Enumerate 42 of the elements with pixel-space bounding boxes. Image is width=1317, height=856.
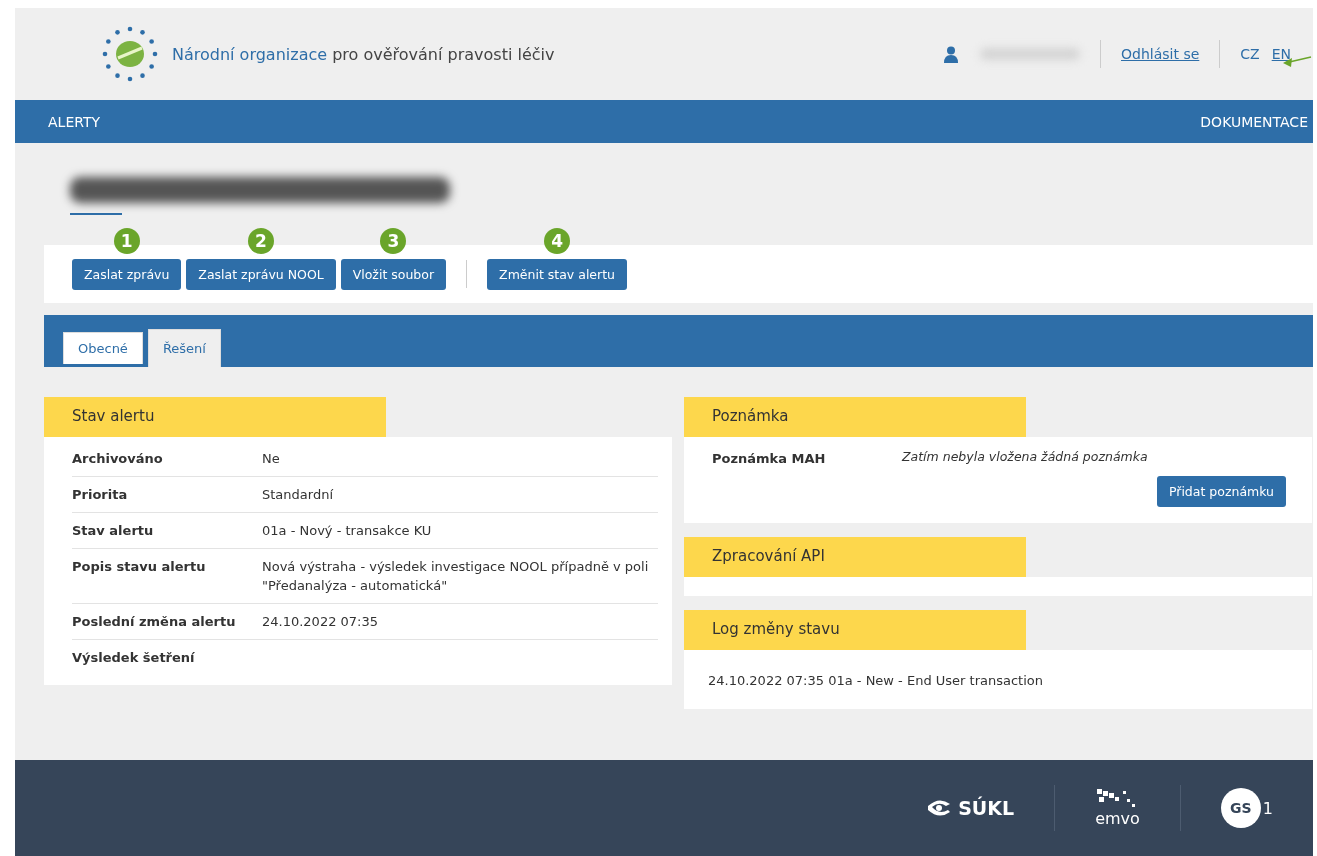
field-value: Nová výstraha - výsledek investigace NOOL případně v poli "Předanalýza - automatická" [262, 558, 650, 595]
panel-title: Zpracování API [684, 537, 1026, 577]
gs-logo: GS [1220, 788, 1261, 828]
gs-logo-digit: 1 [1262, 798, 1273, 818]
sukl-logo-text: SÚKL [958, 797, 1015, 819]
user-icon [944, 45, 958, 63]
action-button[interactable]: Zaslat zprávu [72, 258, 182, 290]
field-label: Poslední změna alertu [72, 613, 237, 631]
log-entry: 24.10.2022 07:35 01a - New - End User transaction [708, 673, 1043, 688]
panel-title: Poznámka [684, 397, 1026, 437]
field-value: 24.10.2022 07:35 [262, 613, 380, 631]
tab[interactable]: Obecné [63, 332, 143, 364]
eye-icon [926, 798, 953, 818]
pixel-icon [1097, 788, 1138, 809]
panel-title: Stav alertu [44, 397, 386, 437]
alerts-nav-link[interactable]: ALERTY [48, 113, 101, 130]
documentation-nav-link[interactable]: DOKUMENTACE [1200, 113, 1308, 130]
tab[interactable]: Řešení [147, 329, 221, 367]
step-number-badge: 4 [544, 227, 571, 254]
field-label: Poznámka MAH [712, 450, 827, 468]
field-label: Archivováno [72, 450, 164, 468]
field-value: 01a - Nový - transakce KU [262, 522, 433, 540]
field-label: Popis stavu alertu [72, 558, 207, 576]
field-value: Standardní [262, 486, 334, 504]
organization-name: Národní organizace pro ověřování pravosti léčiv [172, 44, 556, 64]
field-value: Ne [262, 450, 281, 468]
step-number-badge: 1 [113, 227, 140, 254]
emvo-logo-text: emvo [1095, 808, 1140, 828]
panel-title: Log změny stavu [684, 610, 1026, 650]
language-link[interactable]: EN [1271, 46, 1291, 62]
action-button[interactable]: Zaslat zprávu NOOL [186, 258, 336, 290]
action-button[interactable]: Vložit soubor [340, 258, 447, 290]
language-link[interactable]: CZ [1240, 46, 1260, 62]
field-label: Priorita [72, 486, 129, 504]
empty-note-text: Zatím nebyla vložena žádná poznámka [902, 449, 1149, 466]
logout-link[interactable]: Odhlásit se [1121, 46, 1200, 62]
field-label: Stav alertu [72, 522, 155, 540]
add-note-button[interactable]: Přidat poznámku [1156, 476, 1286, 507]
step-number-badge: 2 [248, 227, 274, 254]
field-label: Výsledek šetření [72, 649, 196, 667]
step-number-badge: 3 [380, 227, 407, 254]
action-button[interactable]: Změnit stav alertu [487, 258, 627, 290]
